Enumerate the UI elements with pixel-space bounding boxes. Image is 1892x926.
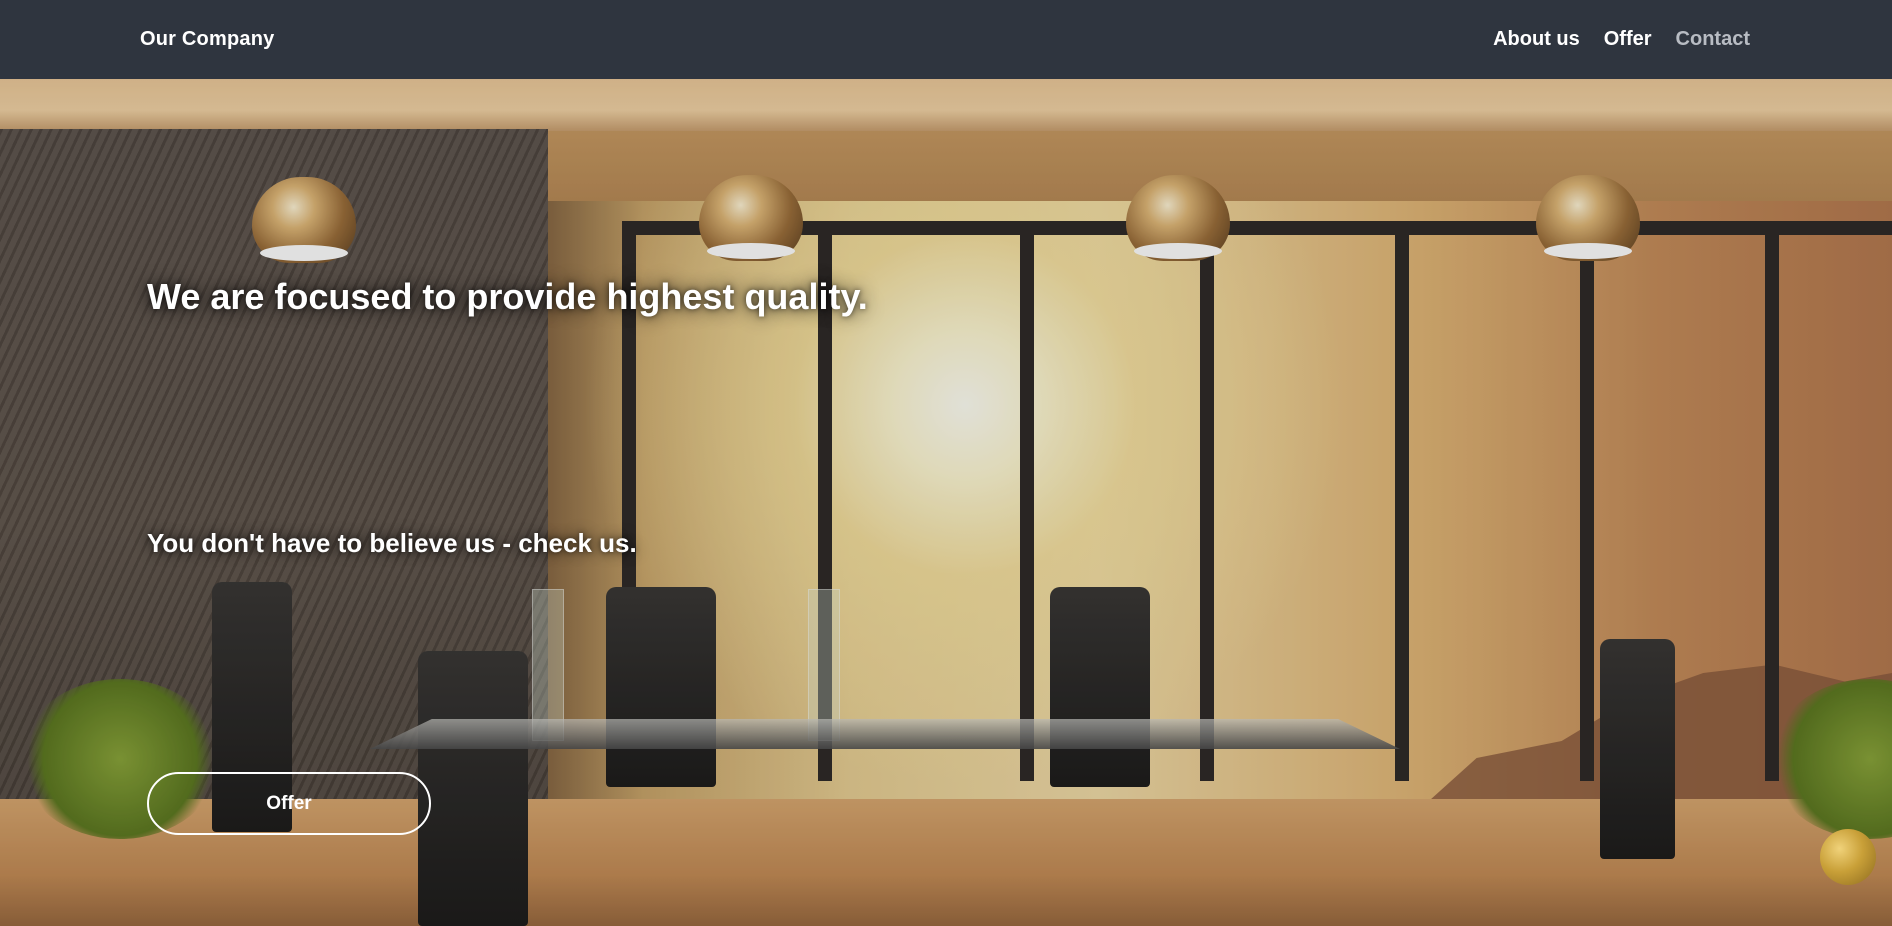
scroll-to-top-button[interactable] [1820,829,1876,885]
brand-logo[interactable]: Our Company [140,28,274,51]
navbar: Our Company About us Offer Contact [0,0,1892,79]
hero-subheadline: You don't have to believe us - check us. [147,528,637,558]
hero-headline: We are focused to provide highest qualit… [147,276,868,317]
nav-menu: About us Offer Contact [1493,28,1752,51]
nav-link-contact[interactable]: Contact [1676,28,1750,51]
nav-link-about-us[interactable]: About us [1493,28,1580,51]
nav-link-offer[interactable]: Offer [1604,28,1652,51]
hero-section: We are focused to provide highest qualit… [0,79,1892,926]
offer-button[interactable]: Offer [147,772,431,835]
